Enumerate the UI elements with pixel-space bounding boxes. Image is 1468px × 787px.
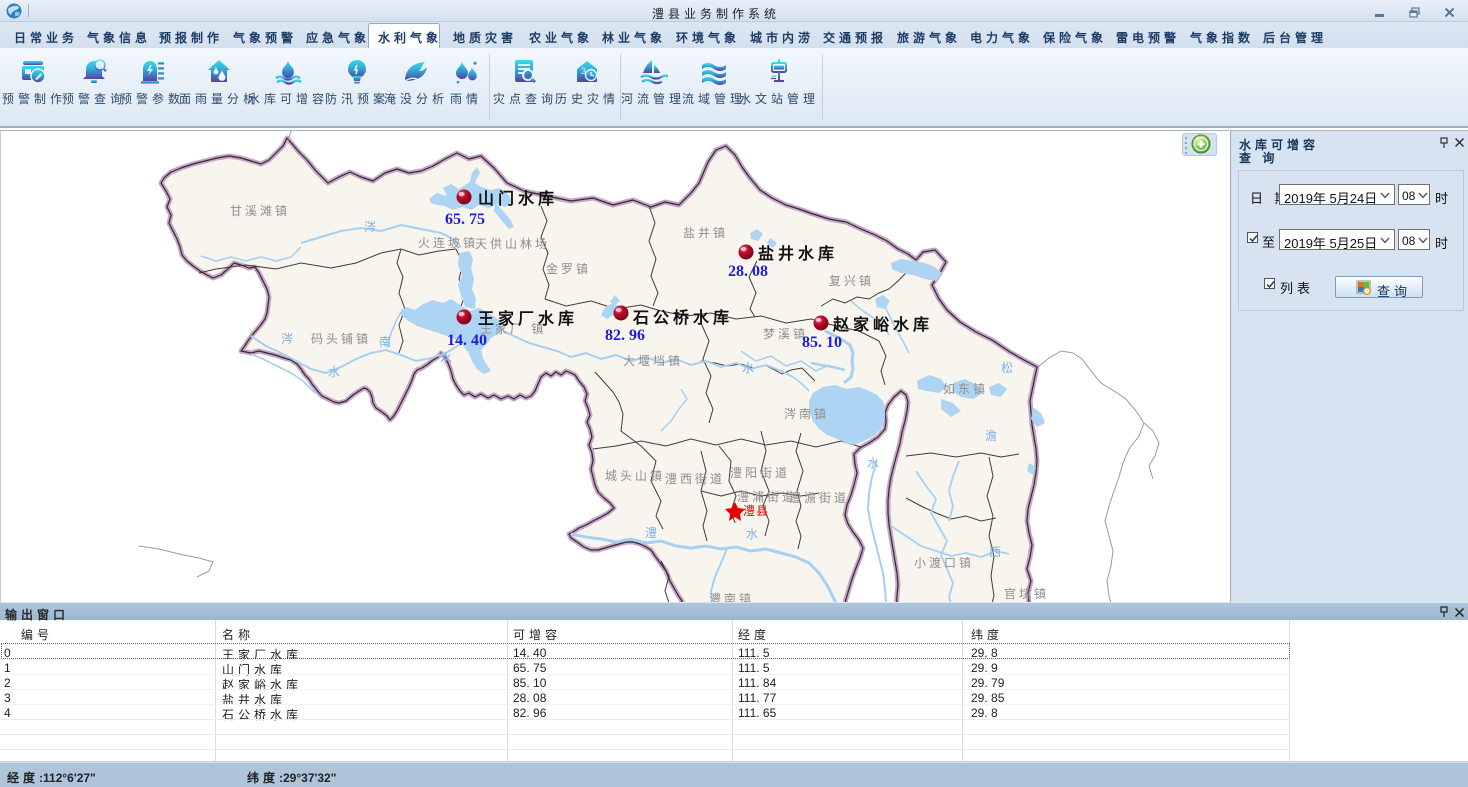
svg-text:65. 75: 65. 75 — [445, 211, 485, 228]
svg-text:天供山林场: 天供山林场 — [475, 237, 550, 251]
svg-text:14. 40: 14. 40 — [447, 332, 487, 349]
svg-text:28. 08: 28. 08 — [728, 263, 768, 280]
svg-text:南: 南 — [379, 334, 391, 349]
svg-text:松: 松 — [1001, 361, 1013, 375]
svg-text:山门水库: 山门水库 — [478, 189, 558, 208]
svg-text:大堰垱镇: 大堰垱镇 — [623, 354, 683, 368]
svg-text:石公桥水库: 石公桥水库 — [632, 308, 733, 327]
svg-text:盐井镇: 盐井镇 — [683, 226, 728, 240]
svg-text:澹: 澹 — [985, 429, 997, 443]
svg-text:甘溪滩镇: 甘溪滩镇 — [230, 204, 290, 218]
svg-text:水: 水 — [328, 365, 340, 379]
svg-text:盐井水库: 盐井水库 — [758, 244, 838, 263]
svg-text:澧县: 澧县 — [743, 504, 769, 518]
svg-text:复兴镇: 复兴镇 — [829, 274, 874, 288]
svg-text:西: 西 — [989, 545, 1001, 559]
svg-text:涔: 涔 — [281, 332, 293, 346]
svg-text:涔南镇: 涔南镇 — [784, 406, 829, 421]
svg-text:82. 96: 82. 96 — [605, 327, 645, 344]
svg-text:涔: 涔 — [364, 220, 376, 234]
svg-text:赵家峪水库: 赵家峪水库 — [832, 315, 933, 334]
svg-text:85. 10: 85. 10 — [802, 334, 842, 351]
svg-text:码头铺镇: 码头铺镇 — [311, 332, 371, 346]
svg-text:火连坡镇: 火连坡镇 — [418, 235, 478, 250]
svg-text:澧西街道: 澧西街道 — [665, 472, 725, 486]
svg-text:水: 水 — [867, 456, 879, 470]
svg-text:城头山镇: 城头山镇 — [605, 469, 665, 483]
svg-text:澧: 澧 — [645, 526, 657, 540]
svg-text:如东镇: 如东镇 — [943, 381, 988, 396]
svg-text:官垸镇: 官垸镇 — [1004, 586, 1049, 601]
svg-text:澧浦街道: 澧浦街道 — [737, 490, 797, 504]
svg-text:小渡口镇: 小渡口镇 — [914, 555, 974, 570]
svg-text:澧阳街道: 澧阳街道 — [730, 466, 790, 480]
svg-text:澧澹街道: 澧澹街道 — [789, 491, 849, 505]
svg-text:金罗镇: 金罗镇 — [546, 261, 591, 276]
svg-text:水: 水 — [742, 361, 754, 375]
svg-text:水: 水 — [440, 351, 452, 365]
svg-text:王家厂水库: 王家厂水库 — [478, 309, 578, 328]
svg-text:水: 水 — [746, 527, 758, 541]
